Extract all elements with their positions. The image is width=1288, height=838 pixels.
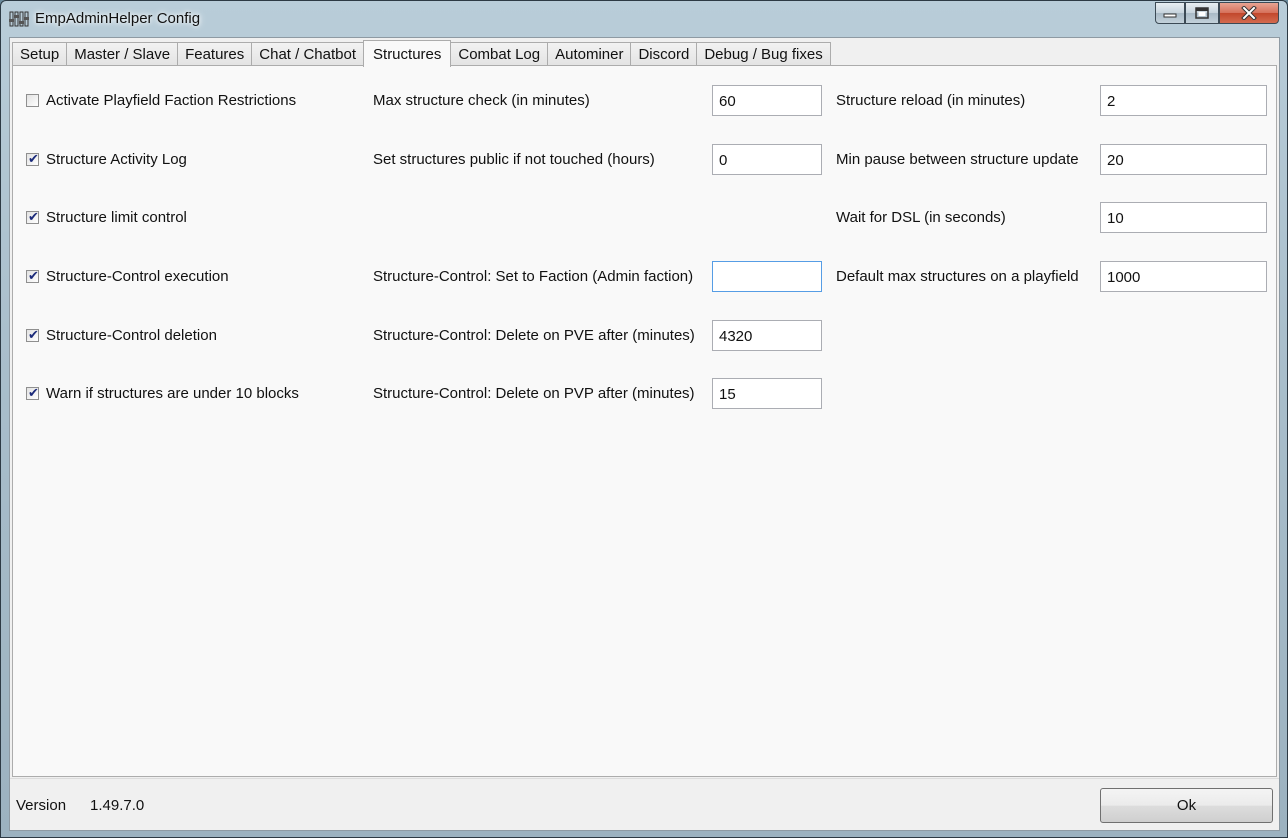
structure-activity-log-checkbox[interactable]: ✔ xyxy=(26,151,39,166)
default-max-structures-input[interactable] xyxy=(1100,261,1267,292)
structures-tab-panel: Activate Playfield Faction Restrictions … xyxy=(12,65,1277,777)
checkmark-icon: ✔ xyxy=(28,385,39,400)
tab-combat-log[interactable]: Combat Log xyxy=(450,42,549,66)
structure-limit-control-checkbox[interactable]: ✔ xyxy=(26,209,39,224)
max-structure-check-label: Max structure check (in minutes) xyxy=(373,92,590,109)
close-icon xyxy=(1241,6,1257,20)
config-window: EmpAdminHelper Config Setup Master / Sla… xyxy=(0,0,1288,838)
minimize-icon xyxy=(1163,13,1177,18)
delete-on-pvp-label: Structure-Control: Delete on PVP after (… xyxy=(373,385,695,402)
version-label: Version xyxy=(16,797,67,814)
checkmark-icon: ✔ xyxy=(28,268,39,283)
delete-on-pve-input[interactable] xyxy=(712,320,822,351)
playfield-faction-restrictions-label: Activate Playfield Faction Restrictions xyxy=(46,92,297,109)
tab-master-slave[interactable]: Master / Slave xyxy=(66,42,179,66)
structure-activity-log-label: Structure Activity Log xyxy=(46,151,187,168)
version-value: 1.49.7.0 xyxy=(90,797,145,814)
playfield-faction-restrictions-checkbox[interactable] xyxy=(26,94,39,107)
window-title: EmpAdminHelper Config xyxy=(35,10,201,27)
min-pause-label: Min pause between structure update xyxy=(836,151,1079,168)
structure-control-deletion-checkbox[interactable]: ✔ xyxy=(26,327,39,342)
structure-control-execution-label: Structure-Control execution xyxy=(46,268,229,285)
set-to-faction-input[interactable] xyxy=(712,261,822,292)
wait-for-dsl-label: Wait for DSL (in seconds) xyxy=(836,209,1006,226)
structure-limit-control-label: Structure limit control xyxy=(46,209,187,226)
maximize-icon xyxy=(1195,7,1209,19)
delete-on-pvp-input[interactable] xyxy=(712,378,822,409)
checkmark-icon: ✔ xyxy=(28,209,39,224)
structure-control-deletion-label: Structure-Control deletion xyxy=(46,327,217,344)
max-structure-check-input[interactable] xyxy=(712,85,822,116)
tab-autominer[interactable]: Autominer xyxy=(547,42,632,66)
tab-structures[interactable]: Structures xyxy=(363,40,452,67)
delete-on-pve-label: Structure-Control: Delete on PVE after (… xyxy=(373,327,695,344)
structure-reload-input[interactable] xyxy=(1100,85,1267,116)
checkmark-icon: ✔ xyxy=(28,327,39,342)
default-max-structures-label: Default max structures on a playfield xyxy=(836,268,1079,285)
warn-under-10-blocks-label: Warn if structures are under 10 blocks xyxy=(46,385,299,402)
footer-divider xyxy=(10,778,1279,779)
set-to-faction-label: Structure-Control: Set to Faction (Admin… xyxy=(373,268,694,285)
maximize-button[interactable] xyxy=(1185,2,1219,24)
tab-discord[interactable]: Discord xyxy=(630,42,698,66)
client-area: Setup Master / Slave Features Chat / Cha… xyxy=(9,37,1280,831)
minimize-button[interactable] xyxy=(1155,2,1185,24)
close-button[interactable] xyxy=(1219,2,1279,24)
structure-reload-label: Structure reload (in minutes) xyxy=(836,92,1026,109)
wait-for-dsl-input[interactable] xyxy=(1100,202,1267,233)
checkmark-icon: ✔ xyxy=(28,151,39,166)
min-pause-input[interactable] xyxy=(1100,144,1267,175)
tab-debug-bug-fixes[interactable]: Debug / Bug fixes xyxy=(696,42,831,66)
ok-button[interactable]: Ok xyxy=(1100,788,1273,823)
tab-features[interactable]: Features xyxy=(177,42,253,66)
set-public-if-not-touched-input[interactable] xyxy=(712,144,822,175)
tab-chat-chatbot[interactable]: Chat / Chatbot xyxy=(251,42,365,66)
structure-control-execution-checkbox[interactable]: ✔ xyxy=(26,268,39,283)
set-public-if-not-touched-label: Set structures public if not touched (ho… xyxy=(373,151,655,168)
warn-under-10-blocks-checkbox[interactable]: ✔ xyxy=(26,385,39,400)
tab-setup[interactable]: Setup xyxy=(12,42,68,66)
tab-strip: Setup Master / Slave Features Chat / Cha… xyxy=(12,40,831,67)
app-icon xyxy=(9,11,29,27)
title-bar[interactable]: EmpAdminHelper Config xyxy=(1,1,1287,37)
